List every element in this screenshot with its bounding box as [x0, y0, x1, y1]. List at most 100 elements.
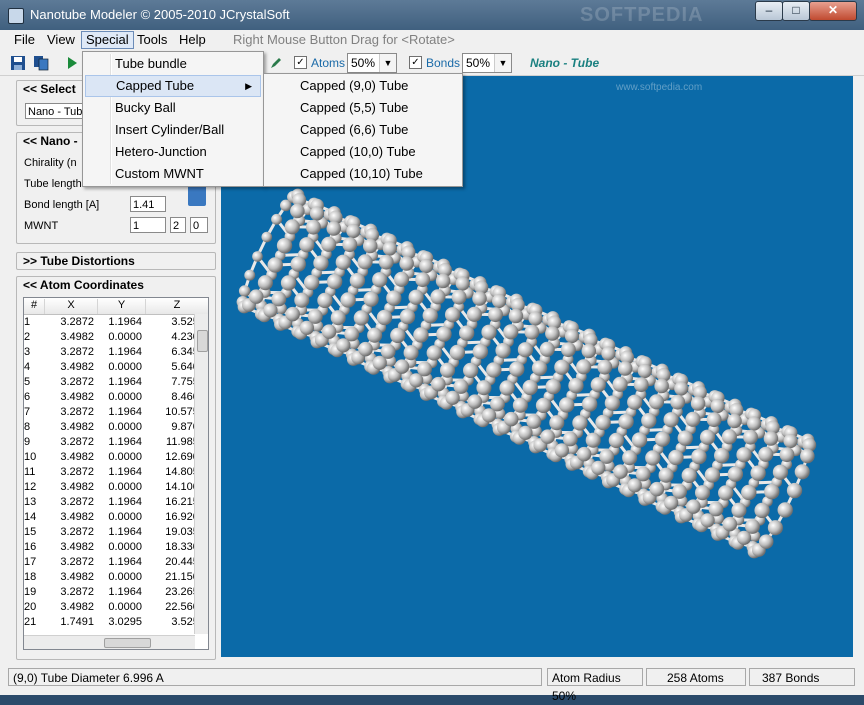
submenu-item-capped-10-0[interactable]: Capped (10,0) Tube [266, 141, 460, 163]
cell-index: 14 [24, 511, 42, 523]
distortions-header[interactable]: >> Tube Distortions [21, 254, 137, 268]
distortions-group: >> Tube Distortions [16, 252, 216, 270]
status-diameter: (9,0) Tube Diameter 6.996 A [8, 668, 542, 686]
atom [271, 292, 286, 307]
minimize-button[interactable]: – [755, 1, 783, 21]
mwnt-field-2[interactable]: 2 [170, 217, 186, 233]
table-row[interactable]: 73.28721.196410.5750 [24, 405, 208, 420]
menu-help[interactable]: Help [175, 32, 210, 48]
chevron-down-icon[interactable]: ▼ [494, 54, 511, 72]
bond-length-label: Bond length [A] [24, 199, 99, 211]
table-row[interactable]: 163.49820.000018.3300 [24, 540, 208, 555]
menu-item-custom-mwnt[interactable]: Custom MWNT [85, 163, 261, 185]
cell-index: 7 [24, 406, 42, 418]
table-row[interactable]: 173.28721.196420.4450 [24, 555, 208, 570]
table-row[interactable]: 203.49820.000022.5600 [24, 600, 208, 615]
atom [354, 310, 369, 325]
vertical-scroll-thumb[interactable] [197, 330, 208, 352]
close-button[interactable]: ✕ [809, 1, 857, 21]
col-y[interactable]: Y [98, 299, 146, 314]
table-row[interactable]: 183.49820.000021.1500 [24, 570, 208, 585]
submenu-item-capped-10-10[interactable]: Capped (10,10) Tube [266, 163, 460, 185]
atom [268, 257, 283, 272]
submenu-item-capped-6-6[interactable]: Capped (6,6) Tube [266, 119, 460, 141]
menu-item-insert-cylinder[interactable]: Insert Cylinder/Ball [85, 119, 261, 141]
mwnt-field-3[interactable]: 0 [190, 217, 208, 233]
coords-header[interactable]: << Atom Coordinates [21, 278, 146, 292]
table-row[interactable]: 193.28721.196423.2650 [24, 585, 208, 600]
chevron-down-icon[interactable]: ▼ [379, 54, 396, 72]
menu-tools[interactable]: Tools [133, 32, 171, 48]
nano-header[interactable]: << Nano - [21, 134, 80, 148]
tube-type-icon[interactable] [188, 184, 206, 206]
col-z[interactable]: Z [146, 299, 209, 314]
play-icon[interactable] [64, 55, 80, 71]
atom [582, 396, 597, 411]
table-row[interactable]: 103.49820.000012.6900 [24, 450, 208, 465]
bonds-size-combo[interactable]: 50% ▼ [462, 53, 512, 73]
atom [613, 377, 628, 392]
app-icon[interactable] [8, 8, 24, 24]
capped-tube-submenu: Capped (9,0) Tube Capped (5,5) Tube Capp… [263, 73, 463, 187]
atom [331, 310, 346, 325]
atom [536, 398, 551, 413]
table-row[interactable]: 33.28721.19646.3450 [24, 345, 208, 360]
atom [258, 275, 273, 290]
window-title: Nanotube Modeler © 2005-2010 JCrystalSof… [30, 7, 290, 22]
bonds-checkbox[interactable]: ✓ [409, 56, 422, 69]
title-bar[interactable]: Nanotube Modeler © 2005-2010 JCrystalSof… [0, 0, 864, 30]
menu-item-tube-bundle[interactable]: Tube bundle [85, 53, 261, 75]
table-row[interactable]: 13.28721.19643.5250 [24, 315, 208, 330]
table-row[interactable]: 93.28721.196411.9850 [24, 435, 208, 450]
table-vertical-scrollbar[interactable] [194, 314, 208, 634]
mwnt-field-1[interactable]: 1 [130, 217, 166, 233]
table-row[interactable]: 211.74913.02953.5250 [24, 615, 208, 630]
submenu-item-capped-9-0[interactable]: Capped (9,0) Tube [266, 75, 460, 97]
menu-item-hetero-junction[interactable]: Hetero-Junction [85, 141, 261, 163]
cell-y: 1.1964 [98, 556, 142, 568]
table-row[interactable]: 133.28721.196416.2150 [24, 495, 208, 510]
table-row[interactable]: 43.49820.00005.6400 [24, 360, 208, 375]
atom [670, 395, 685, 410]
atom [540, 429, 555, 444]
col-x[interactable]: X [45, 299, 98, 314]
atoms-checkbox[interactable]: ✓ [294, 56, 307, 69]
atoms-size-combo[interactable]: 50% ▼ [347, 53, 397, 73]
table-row[interactable]: 63.49820.00008.4600 [24, 390, 208, 405]
table-row[interactable]: 123.49820.000014.1000 [24, 480, 208, 495]
save-icon[interactable] [10, 55, 26, 71]
menu-special[interactable]: Special [81, 31, 134, 49]
table-row[interactable]: 53.28721.19647.7550 [24, 375, 208, 390]
table-row[interactable]: 153.28721.196419.0350 [24, 525, 208, 540]
atom [568, 378, 583, 393]
atom [313, 255, 328, 270]
copy-icon[interactable] [33, 55, 49, 71]
bond-length-field[interactable]: 1.41 [130, 196, 166, 212]
table-row[interactable]: 113.28721.196414.8050 [24, 465, 208, 480]
table-row[interactable]: 143.49820.000016.9200 [24, 510, 208, 525]
cell-index: 8 [24, 421, 42, 433]
submenu-item-capped-5-5[interactable]: Capped (5,5) Tube [266, 97, 460, 119]
cell-index: 11 [24, 466, 42, 478]
atom [499, 380, 514, 395]
cell-y: 1.1964 [98, 496, 142, 508]
horizontal-scroll-thumb[interactable] [104, 638, 151, 648]
menu-view[interactable]: View [43, 32, 79, 48]
maximize-button[interactable]: □ [782, 1, 810, 21]
atom [285, 307, 300, 322]
col-index[interactable]: # [24, 299, 45, 314]
pencil-icon[interactable] [268, 55, 284, 71]
atom [800, 449, 815, 464]
cell-x: 3.2872 [45, 526, 94, 538]
atom [306, 220, 321, 235]
select-header[interactable]: << Select [21, 82, 78, 96]
menu-file[interactable]: File [10, 32, 39, 48]
atom [285, 219, 300, 234]
table-row[interactable]: 83.49820.00009.8700 [24, 420, 208, 435]
atom [686, 499, 701, 514]
menu-item-capped-tube[interactable]: Capped Tube ▶ [85, 75, 261, 97]
table-row[interactable]: 23.49820.00004.2300 [24, 330, 208, 345]
table-horizontal-scrollbar[interactable] [24, 635, 195, 649]
menu-item-bucky-ball[interactable]: Bucky Ball [85, 97, 261, 119]
atom [381, 344, 396, 359]
